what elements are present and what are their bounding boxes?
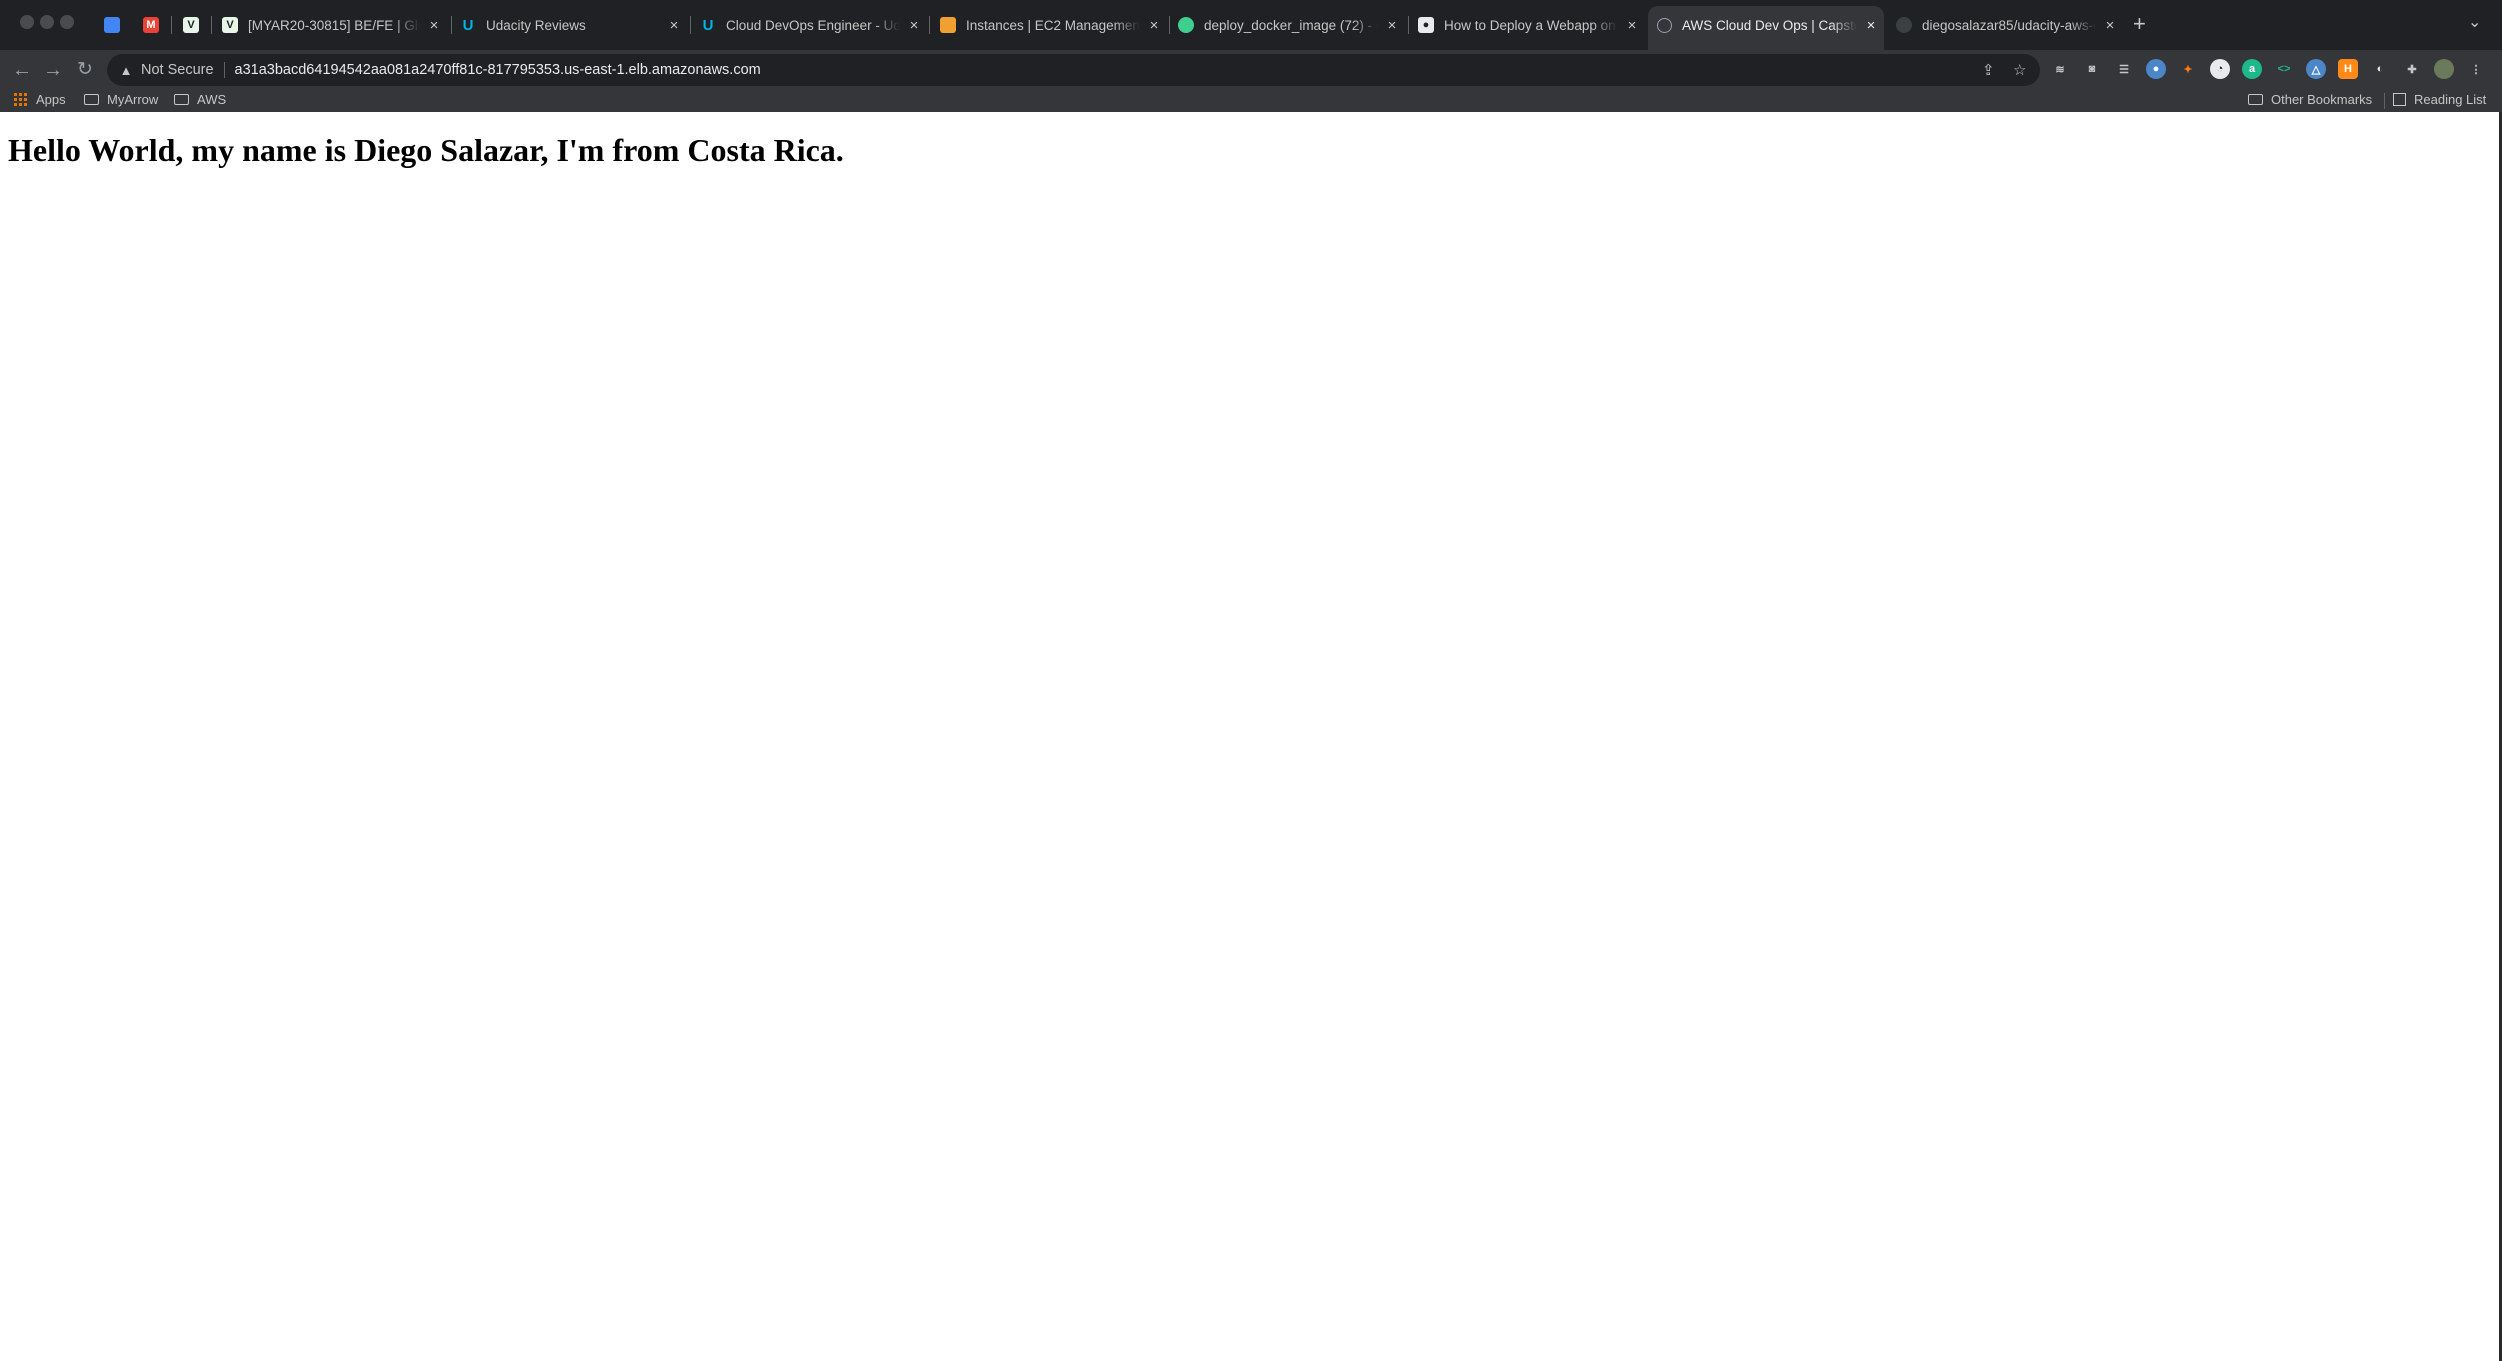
share-icon[interactable]: ⇪: [1982, 61, 1995, 79]
bookmark-apps[interactable]: Apps: [14, 92, 66, 107]
address-bar[interactable]: ▲ Not Secure a31a3bacd64194542aa081a2470…: [107, 54, 2040, 86]
tab-separator: [1408, 16, 1409, 34]
menu-extension-icon[interactable]: ☰: [2114, 59, 2134, 79]
avatar[interactable]: [2434, 59, 2454, 79]
bookmarks-bar: Apps MyArrow AWS Other Bookmarks Reading…: [0, 90, 2502, 112]
page-content: Hello World, my name is Diego Salazar, I…: [0, 112, 2502, 1361]
camera-extension-icon[interactable]: ◙: [2082, 59, 2102, 79]
apps-grid-icon: [14, 92, 28, 107]
tab-separator: [451, 16, 452, 34]
close-icon[interactable]: ×: [1384, 17, 1400, 34]
close-icon[interactable]: ×: [906, 17, 922, 34]
medium-icon: ●: [1418, 17, 1434, 33]
bookmark-folder-aws[interactable]: AWS: [174, 92, 226, 107]
puzzle-extensions-icon[interactable]: ✚: [2402, 59, 2422, 79]
url-text[interactable]: a31a3bacd64194542aa081a2470ff81c-8177953…: [235, 62, 761, 78]
bookmark-reading-list[interactable]: Reading List: [2393, 92, 2486, 107]
bookmark-folder-myarrow[interactable]: MyArrow: [84, 92, 158, 107]
globe-icon: [1657, 17, 1672, 33]
google-calendar-icon: [104, 17, 120, 33]
github-icon: [1896, 17, 1912, 33]
tab-google-calendar[interactable]: [104, 10, 126, 40]
grammar-extension-icon[interactable]: a: [2242, 59, 2262, 79]
close-icon[interactable]: ×: [1146, 17, 1162, 34]
tab-myar20[interactable]: V [MYAR20-30815] BE/FE | Glob ×: [222, 10, 442, 40]
close-icon[interactable]: ×: [1624, 17, 1640, 34]
warning-icon[interactable]: ▲: [117, 63, 135, 78]
browser-chrome: M V V [MYAR20-30815] BE/FE | Glob × U Ud…: [0, 0, 2502, 112]
tab-udacity-reviews[interactable]: U Udacity Reviews ×: [460, 10, 682, 40]
tab-title: Instances | EC2 Management C: [966, 17, 1140, 33]
bookmark-label: MyArrow: [107, 92, 159, 107]
bookmarks-separator: [2384, 93, 2385, 109]
v-app-icon: V: [222, 17, 238, 33]
bookmark-label: Reading List: [2414, 92, 2487, 107]
aws-icon: [940, 17, 956, 33]
dark-mode-extension-icon[interactable]: ◐: [2370, 59, 2390, 79]
tab-title: [MYAR20-30815] BE/FE | Glob: [248, 17, 420, 33]
tab-title: deploy_docker_image (72) - di: [1204, 17, 1378, 33]
tab-cloud-devops[interactable]: U Cloud DevOps Engineer - Uda ×: [700, 10, 922, 40]
tab-search-chevron-icon[interactable]: ⌄: [2468, 12, 2481, 32]
globe-extension-icon[interactable]: ●: [2146, 59, 2166, 79]
circleci-icon: [1178, 17, 1194, 33]
close-icon[interactable]: ×: [2102, 17, 2118, 34]
profile-extension-icon[interactable]: ◔: [2210, 59, 2230, 79]
hive-extension-icon[interactable]: H: [2338, 59, 2358, 79]
forward-button[interactable]: →: [39, 56, 67, 84]
udacity-icon: U: [462, 16, 474, 34]
v-app-icon: V: [183, 17, 199, 33]
bookmark-label: AWS: [197, 92, 227, 107]
bookmark-other-bookmarks[interactable]: Other Bookmarks: [2248, 92, 2372, 107]
bookmark-star-icon[interactable]: ☆: [2013, 61, 2026, 79]
folder-icon: [2248, 94, 2263, 105]
tab-github[interactable]: diegosalazar85/udacity-aws-c ×: [1896, 10, 2118, 40]
udacity-icon: U: [702, 16, 714, 34]
close-icon[interactable]: ×: [426, 17, 442, 34]
tab-strip: M V V [MYAR20-30815] BE/FE | Glob × U Ud…: [0, 0, 2502, 50]
tab-gmail[interactable]: M: [143, 10, 165, 40]
extension-icon[interactable]: ≋: [2050, 59, 2070, 79]
tab-title: How to Deploy a Webapp on a: [1444, 17, 1618, 33]
toolbar: ← → ↻ ▲ Not Secure a31a3bacd64194542aa08…: [0, 50, 2502, 90]
tab-circleci[interactable]: deploy_docker_image (72) - di ×: [1178, 10, 1400, 40]
drive-extension-icon[interactable]: △: [2306, 59, 2326, 79]
more-menu-icon[interactable]: ⋮: [2466, 59, 2486, 79]
tab-medium-article[interactable]: ● How to Deploy a Webapp on a ×: [1418, 10, 1640, 40]
tab-separator: [690, 16, 691, 34]
tab-aws-capstone-active[interactable]: AWS Cloud Dev Ops | Capston ×: [1657, 10, 1879, 40]
code-extension-icon[interactable]: <>: [2274, 59, 2294, 79]
reading-list-icon: [2393, 93, 2406, 106]
bookmark-label: Apps: [36, 92, 66, 107]
page-heading: Hello World, my name is Diego Salazar, I…: [8, 132, 844, 168]
folder-icon: [84, 94, 99, 105]
tab-separator: [929, 16, 930, 34]
close-icon[interactable]: ×: [666, 17, 682, 34]
new-tab-button[interactable]: +: [2133, 13, 2146, 35]
tab-separator: [211, 16, 212, 34]
security-label[interactable]: Not Secure: [141, 62, 214, 78]
back-button[interactable]: ←: [8, 56, 36, 84]
tab-v-app[interactable]: V: [183, 10, 205, 40]
wrench-extension-icon[interactable]: ✦: [2178, 59, 2198, 79]
zoom-window-button[interactable]: [60, 15, 74, 29]
tab-separator: [1169, 16, 1170, 34]
tab-title: Udacity Reviews: [486, 17, 586, 33]
gmail-icon: M: [143, 17, 159, 33]
tab-title: AWS Cloud Dev Ops | Capston: [1682, 17, 1857, 33]
close-icon[interactable]: ×: [1863, 17, 1879, 34]
close-window-button[interactable]: [20, 15, 34, 29]
address-separator: [223, 62, 225, 78]
minimize-window-button[interactable]: [40, 15, 54, 29]
reload-button[interactable]: ↻: [71, 56, 99, 84]
tab-ec2-instances[interactable]: Instances | EC2 Management C ×: [940, 10, 1162, 40]
tab-title: diegosalazar85/udacity-aws-c: [1922, 17, 2096, 33]
tab-title: Cloud DevOps Engineer - Uda: [726, 17, 900, 33]
folder-icon: [174, 94, 189, 105]
tab-separator: [171, 16, 172, 34]
bookmark-label: Other Bookmarks: [2271, 92, 2373, 107]
